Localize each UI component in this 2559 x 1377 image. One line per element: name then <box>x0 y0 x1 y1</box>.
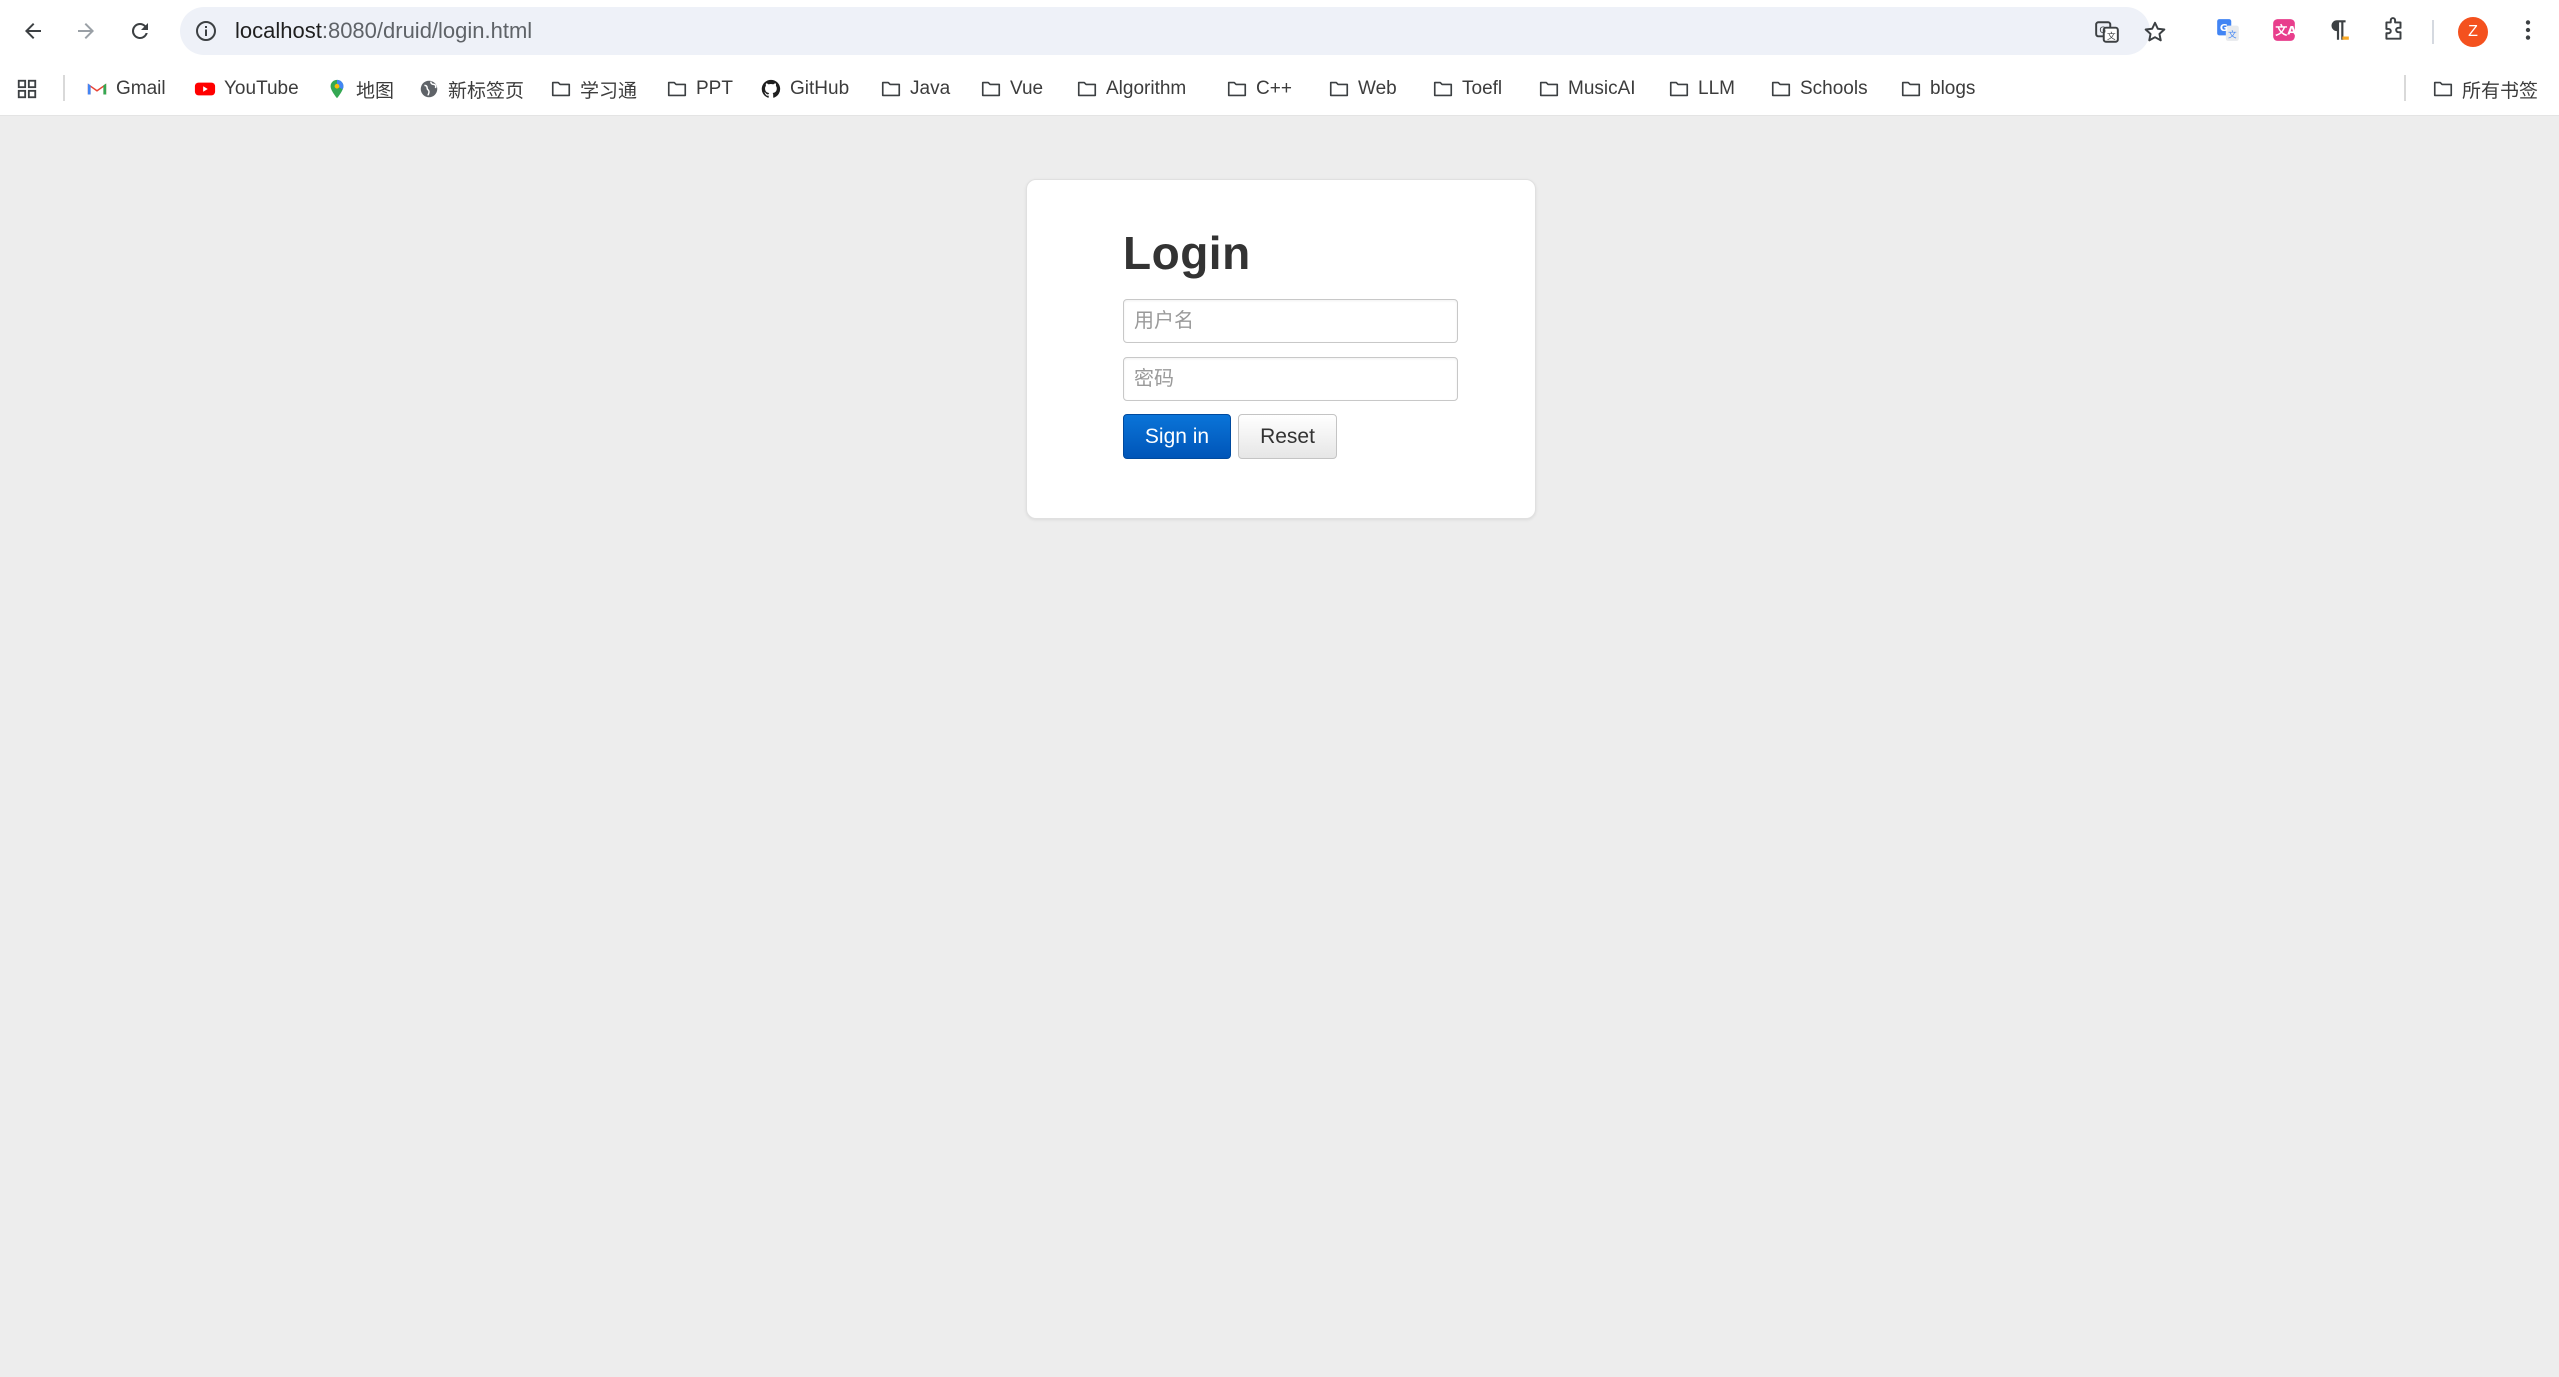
bookmark-folder-cpp[interactable]: C++ <box>1226 74 1292 104</box>
password-input[interactable] <box>1123 357 1458 401</box>
login-card: Login Sign in Reset <box>1026 179 1536 519</box>
bookmark-label: blogs <box>1930 78 1976 99</box>
extensions-button[interactable] <box>2380 16 2408 44</box>
maps-icon <box>330 79 344 99</box>
bookmark-label: Java <box>910 78 951 99</box>
bookmark-folder-ppt[interactable]: PPT <box>666 74 733 104</box>
sign-in-button[interactable]: Sign in <box>1123 414 1231 459</box>
translation-extension[interactable]: 文A <box>2270 16 2298 44</box>
bookmark-label: Gmail <box>116 78 166 99</box>
login-title: Login <box>1123 227 1251 279</box>
bookmark-gmail[interactable]: Gmail <box>86 74 166 104</box>
reload-button[interactable] <box>122 13 158 49</box>
svg-text:G: G <box>2220 23 2228 34</box>
bookmarks-bar: Gmail YouTube 地图 新标签页 学习通 PPT GitHub Jav… <box>0 62 2559 116</box>
toolbar-divider <box>2432 20 2434 44</box>
bookmark-label: YouTube <box>224 78 299 99</box>
reload-icon <box>131 22 148 39</box>
folder-icon <box>1077 81 1097 97</box>
bookmark-label: 地图 <box>356 80 395 102</box>
bookmark-label: Vue <box>1010 78 1044 99</box>
paragraph-extension[interactable] <box>2324 16 2352 44</box>
bookmark-label: 学习通 <box>580 80 638 102</box>
folder-icon <box>981 81 1001 97</box>
bookmark-folder-algorithm[interactable]: Algorithm <box>1076 74 1186 104</box>
bookmark-folder-java[interactable]: Java <box>880 74 950 104</box>
bookmark-label: Schools <box>1800 78 1868 99</box>
translate-icon: G文 <box>2095 21 2119 43</box>
folder-icon <box>1227 81 1247 97</box>
folder-icon <box>2433 81 2453 97</box>
bookmark-label: GitHub <box>790 78 850 99</box>
kebab-menu-icon <box>2525 20 2531 40</box>
folder-icon <box>881 81 901 97</box>
all-bookmarks-button[interactable]: 所有书签 <box>2432 74 2538 104</box>
google-translate-icon: G文 <box>2217 19 2239 41</box>
menu-button[interactable] <box>2514 16 2542 44</box>
folder-icon <box>1771 81 1791 97</box>
bookmark-label: C++ <box>1256 78 1292 99</box>
folder-icon <box>1669 81 1689 97</box>
folder-icon <box>1329 81 1349 97</box>
bookmark-label: Algorithm <box>1106 78 1187 99</box>
bookmark-label: LLM <box>1698 78 1735 99</box>
svg-text:文A: 文A <box>2275 23 2297 37</box>
arrow-left-icon <box>25 23 41 39</box>
url-host: localhost <box>235 18 322 43</box>
apps-grid-icon <box>17 79 37 99</box>
browser-toolbar: localhost:8080/druid/login.html G文 G文 文A… <box>0 0 2559 62</box>
bookmarks-separator <box>2404 75 2406 101</box>
bookmark-folder-toefl[interactable]: Toefl <box>1432 74 1502 104</box>
folder-icon <box>1901 81 1921 97</box>
bookmark-label: MusicAI <box>1568 78 1636 99</box>
address-bar[interactable]: localhost:8080/druid/login.html G文 <box>180 7 2166 55</box>
folder-icon <box>667 81 687 97</box>
reset-button[interactable]: Reset <box>1238 414 1337 459</box>
url-path: :8080/druid/login.html <box>321 18 533 43</box>
bookmark-label: Toefl <box>1462 78 1503 99</box>
bookmark-folder-web[interactable]: Web <box>1328 74 1397 104</box>
bookmark-youtube[interactable]: YouTube <box>194 74 299 104</box>
gmail-icon <box>87 83 107 95</box>
translation-extension-icon: 文A <box>2273 19 2297 41</box>
bookmark-label: PPT <box>696 78 733 99</box>
back-button[interactable] <box>15 13 51 49</box>
svg-text:文: 文 <box>2228 29 2237 41</box>
translate-button[interactable]: G文 <box>2094 19 2120 45</box>
bookmark-folder-llm[interactable]: LLM <box>1668 74 1735 104</box>
google-translate-extension[interactable]: G文 <box>2214 16 2242 44</box>
bookmark-label: Web <box>1358 78 1397 99</box>
all-bookmarks-label: 所有书签 <box>2462 80 2539 102</box>
github-icon <box>761 79 781 98</box>
info-icon[interactable] <box>194 19 218 43</box>
folder-icon <box>551 81 571 97</box>
folder-icon <box>1539 81 1559 97</box>
svg-text:文: 文 <box>2107 30 2116 42</box>
bookmark-folder-xuexitong[interactable]: 学习通 <box>550 74 637 104</box>
bookmark-label: 新标签页 <box>448 80 525 102</box>
svg-text:G: G <box>2099 26 2106 36</box>
bookmark-folder-musicai[interactable]: MusicAI <box>1538 74 1636 104</box>
bookmark-star-button[interactable] <box>2142 19 2168 45</box>
username-input[interactable] <box>1123 299 1458 343</box>
arrow-right-icon <box>78 23 94 39</box>
bookmarks-separator <box>63 75 65 101</box>
bookmark-folder-schools[interactable]: Schools <box>1770 74 1868 104</box>
bookmark-new-tab[interactable]: 新标签页 <box>418 74 524 104</box>
profile-avatar[interactable]: Z <box>2458 17 2488 47</box>
bookmark-folder-blogs[interactable]: blogs <box>1900 74 1975 104</box>
bookmark-github[interactable]: GitHub <box>760 74 849 104</box>
folder-icon <box>1433 81 1453 97</box>
youtube-icon <box>194 82 216 96</box>
puzzle-icon <box>2385 17 2402 40</box>
globe-icon <box>420 80 438 98</box>
forward-button[interactable] <box>68 13 104 49</box>
url-text: localhost:8080/druid/login.html <box>235 7 532 55</box>
bookmark-folder-vue[interactable]: Vue <box>980 74 1043 104</box>
apps-button[interactable] <box>16 74 38 104</box>
pilcrow-icon <box>2331 20 2349 40</box>
bookmark-maps[interactable]: 地图 <box>326 74 394 104</box>
star-icon <box>2144 21 2166 42</box>
